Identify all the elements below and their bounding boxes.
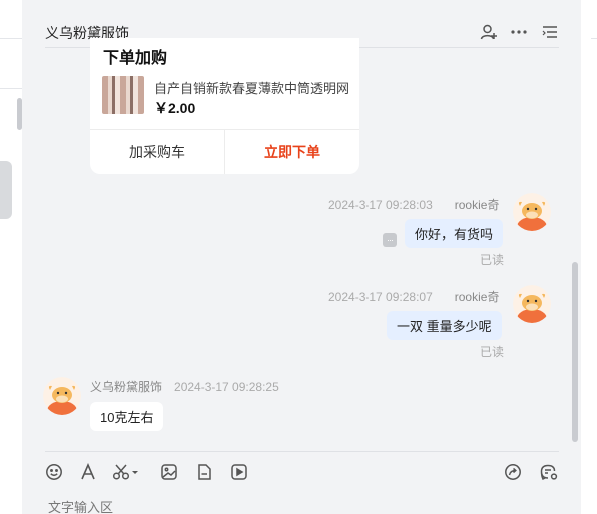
message-meta: 义乌粉黛服饰 2024-3-17 09:28:25 xyxy=(90,378,279,395)
message-sender: rookie奇 xyxy=(454,290,500,304)
selected-conversation-marker[interactable] xyxy=(0,161,12,219)
product-name[interactable]: 自产自销新款春夏薄款中筒透明网 xyxy=(154,78,349,97)
menu-list-icon[interactable] xyxy=(540,22,560,42)
product-thumbnail[interactable] xyxy=(102,76,144,114)
product-price: ￥2.00 xyxy=(154,100,196,116)
video-icon[interactable] xyxy=(229,462,249,482)
left-panel-edge xyxy=(0,0,22,514)
add-to-cart-button[interactable]: 加采购车 xyxy=(90,130,225,174)
message-meta: 2024-3-17 09:28:03 rookie奇 xyxy=(328,196,499,213)
avatar[interactable] xyxy=(513,193,551,231)
avatar[interactable] xyxy=(513,285,551,323)
more-actions-icon[interactable]: ··· xyxy=(383,233,397,247)
right-panel-edge xyxy=(581,0,597,514)
emoji-icon[interactable] xyxy=(44,462,64,482)
share-icon[interactable] xyxy=(503,462,523,482)
message-meta: 2024-3-17 09:28:07 rookie奇 xyxy=(328,288,499,305)
chat-settings-icon[interactable] xyxy=(539,462,559,482)
message-input[interactable]: 文字输入区 xyxy=(48,497,113,514)
font-icon[interactable] xyxy=(78,462,98,482)
avatar[interactable] xyxy=(43,377,81,415)
divider xyxy=(0,88,22,89)
chat-scrollbar[interactable] xyxy=(572,262,578,442)
read-status: 已读 xyxy=(480,253,505,267)
add-contact-icon[interactable] xyxy=(479,22,499,42)
divider xyxy=(591,38,597,39)
card-actions: 加采购车 立即下单 xyxy=(90,129,359,174)
more-icon[interactable] xyxy=(509,22,529,42)
divider xyxy=(0,38,22,39)
card-title: 下单加购 xyxy=(103,50,168,67)
message-time: 2024-3-17 09:28:25 xyxy=(174,380,279,394)
message-sender: 义乌粉黛服饰 xyxy=(90,380,163,394)
product-card[interactable]: 下单加购 自产自销新款春夏薄款中筒透明网 ￥2.00 加采购车 立即下单 xyxy=(90,38,359,174)
image-icon[interactable] xyxy=(159,462,179,482)
buy-now-button[interactable]: 立即下单 xyxy=(225,130,359,174)
toolbar-divider xyxy=(45,451,559,452)
file-icon[interactable] xyxy=(194,462,214,482)
read-status: 已读 xyxy=(480,345,505,359)
message-time: 2024-3-17 09:28:07 xyxy=(328,290,433,304)
message-bubble[interactable]: 10克左右 xyxy=(90,402,164,431)
message-bubble[interactable]: 你好，有货吗 xyxy=(405,219,504,248)
message-bubble[interactable]: 一双 重量多少呢 xyxy=(387,311,502,340)
chat-panel: 义乌粉黛服饰 下单加购 自产自销新款春夏薄款中筒透明网 ￥2.00 加采购车 立… xyxy=(22,0,581,514)
scissors-icon[interactable] xyxy=(112,462,140,482)
message-time: 2024-3-17 09:28:03 xyxy=(328,198,433,212)
message-sender: rookie奇 xyxy=(454,198,500,212)
